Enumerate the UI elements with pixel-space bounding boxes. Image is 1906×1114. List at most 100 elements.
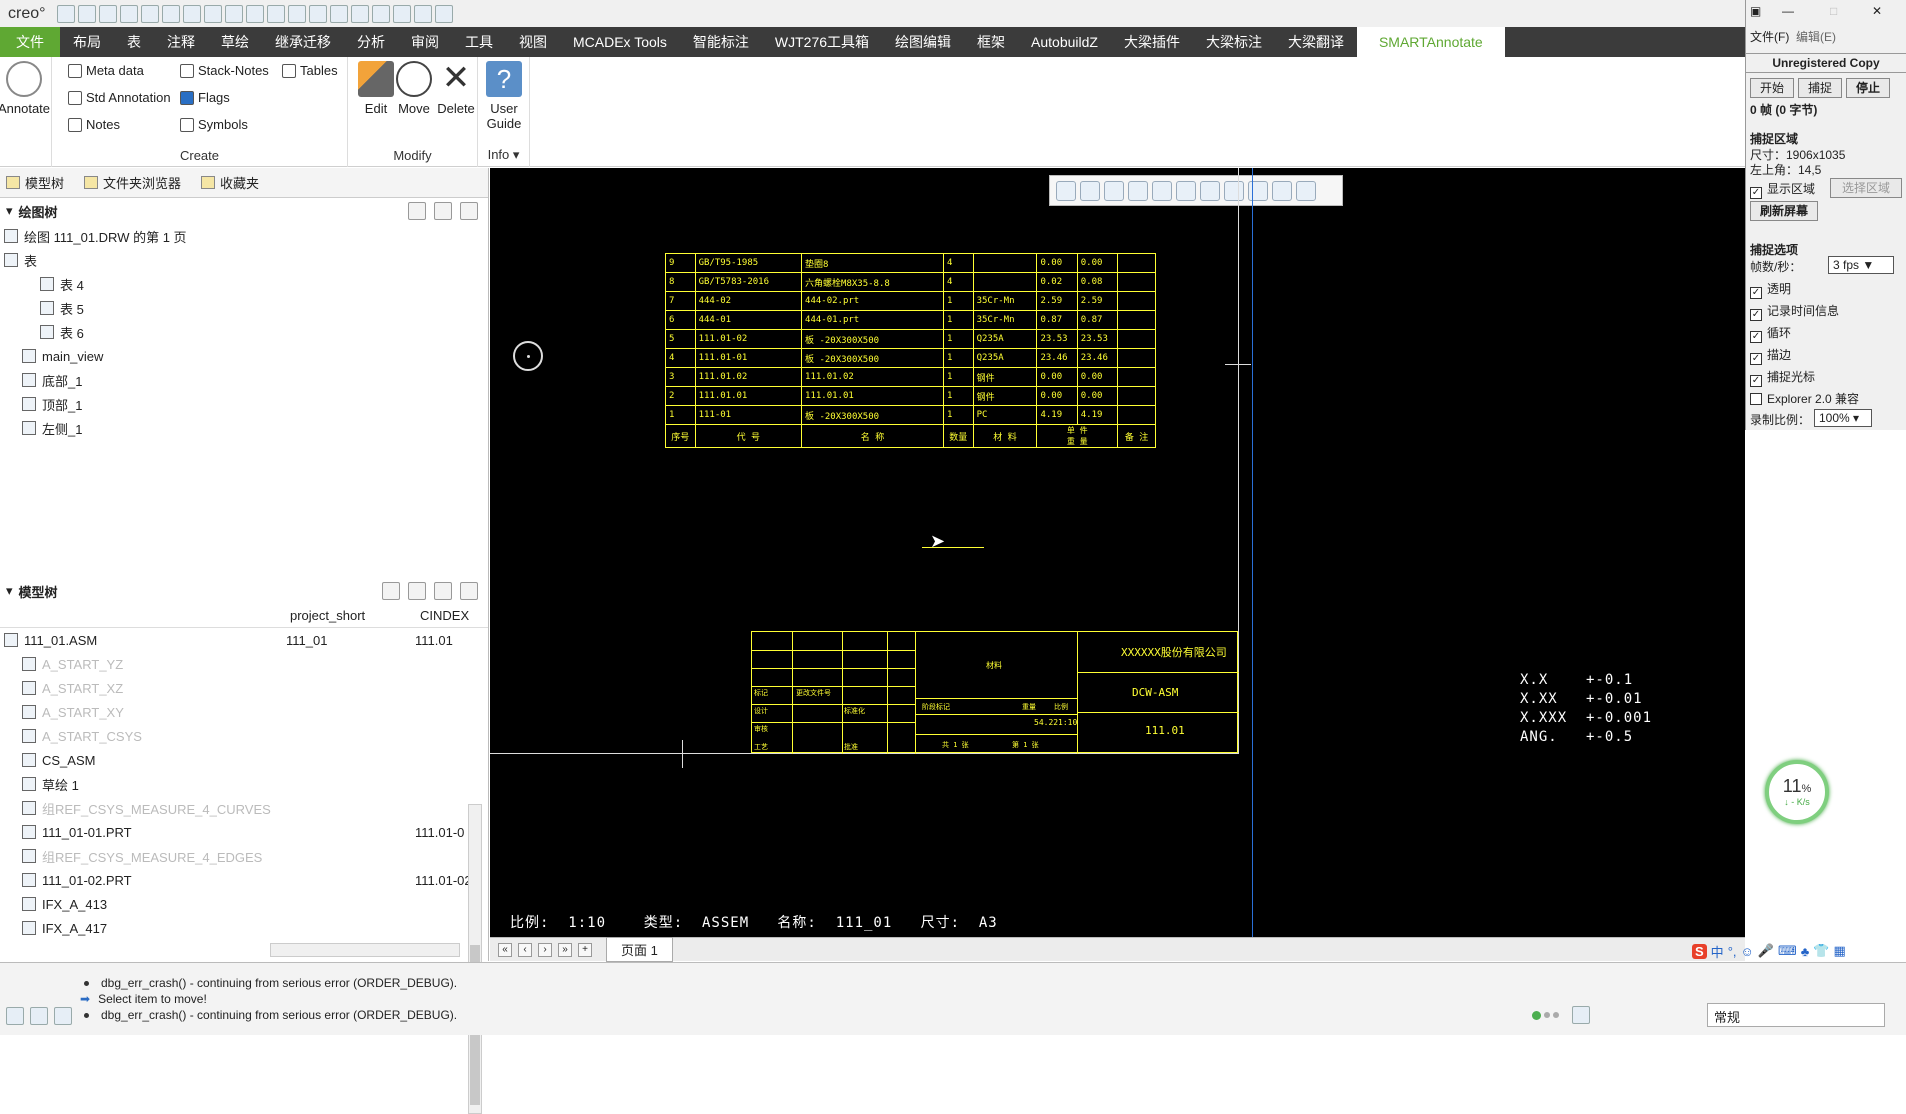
tab-4[interactable]: 草绘 [208,27,262,57]
tab-10[interactable]: MCADEx Tools [560,27,680,57]
table-row[interactable]: 111_01.ASM 111_01 111.01 [0,628,488,652]
ime-icon[interactable]: 👕 [1813,943,1829,959]
close-icon[interactable] [392,4,411,23]
drawing-tree-header[interactable]: ▾ 绘图树 [0,198,488,224]
browser-icon[interactable] [30,1007,48,1025]
tool-icon[interactable] [266,4,285,23]
hide-icon[interactable] [1272,180,1292,201]
tab-13[interactable]: 绘图编辑 [882,27,964,57]
view-item[interactable]: main_view [0,344,488,368]
stack-notes-button[interactable]: Stack-Notes [180,63,269,78]
ratio-select[interactable]: 100% ▾ [1814,409,1872,427]
tab-15[interactable]: AutobuildZ [1018,27,1111,57]
nav-tab-2[interactable]: 收藏夹 [201,173,259,192]
tree-columns-icon[interactable] [460,582,478,600]
regenerate-icon[interactable] [119,4,138,23]
select-icon[interactable] [224,4,243,23]
column-cindex[interactable]: CINDEX [420,608,469,623]
record-time-checkbox[interactable]: ✓ 记录时间信息 [1750,302,1839,321]
ime-icon[interactable]: ▦ [1833,943,1845,959]
gear-icon[interactable] [350,4,369,23]
border-checkbox[interactable]: ✓ 描边 [1750,346,1791,365]
menu-edit[interactable]: 编辑(E) [1796,30,1836,44]
nav-tab-1[interactable]: 文件夹浏览器 [84,173,181,192]
view-item[interactable]: 底部_1 [0,368,488,392]
notes-button[interactable]: Notes [68,117,120,132]
undo-icon[interactable] [161,4,180,23]
start-button[interactable]: 开始 [1750,78,1794,98]
table-row[interactable]: A_START_XZ [0,676,488,700]
selection-filter-select[interactable]: 常规 [1707,1003,1885,1027]
loop-checkbox[interactable]: ✓ 循环 [1750,324,1791,343]
transparent-checkbox[interactable]: ✓ 透明 [1750,280,1791,299]
annotate-button[interactable]: Annotate [0,61,52,116]
full-screen-icon[interactable] [54,1007,72,1025]
table-row[interactable]: A_START_YZ [0,652,488,676]
tab-6[interactable]: 分析 [344,27,398,57]
view-item[interactable]: 左侧_1 [0,416,488,440]
prev-page-icon[interactable]: ‹ [518,942,532,957]
tab-9[interactable]: 视图 [506,27,560,57]
redo-icon[interactable] [182,4,201,23]
table-row[interactable]: 111_01-01.PRT 111.01-0 [0,820,488,844]
explorer-compat-checkbox[interactable]: Explorer 2.0 兼容 [1750,390,1859,407]
table-row[interactable]: A_START_XY [0,700,488,724]
add-page-icon[interactable]: + [578,942,592,957]
next-page-icon[interactable]: › [538,942,552,957]
table-row[interactable]: A_START_CSYS [0,724,488,748]
chevron-down-icon[interactable] [434,4,453,23]
stop-button[interactable]: 停止 [1846,78,1890,98]
tab-0[interactable]: 文件 [0,27,60,57]
user-guide-button[interactable]: ? User Guide [476,61,532,131]
layer-icon[interactable] [329,4,348,23]
view-item[interactable]: 顶部_1 [0,392,488,416]
page-tab[interactable]: 页面 1 [606,937,673,962]
ime-icon[interactable]: 🎤 [1758,943,1774,959]
table-row[interactable]: CS_ASM [0,748,488,772]
tab-12[interactable]: WJT276工具箱 [762,27,882,57]
new-icon[interactable] [56,4,75,23]
window-icon[interactable] [140,4,159,23]
flags-button[interactable]: Flags [180,90,230,105]
minimize-icon[interactable]: — [1782,4,1794,18]
tab-3[interactable]: 注释 [154,27,208,57]
symbols-button[interactable]: Symbols [180,117,248,132]
pause-button[interactable]: 捕捉 [1798,78,1842,98]
network-speed-meter[interactable]: 11% ↓ - K/s [1765,760,1829,824]
fps-select[interactable]: 3 fps ▼ [1828,256,1894,274]
table-row[interactable]: IFX_A_413 [0,892,488,916]
layout-icon[interactable] [6,1007,24,1025]
table-row[interactable]: 111_01-02.PRT 111.01-02 [0,868,488,892]
ime-icon[interactable]: 中 [1711,942,1724,961]
refresh-screen-button[interactable]: 刷新屏幕 [1750,201,1818,221]
tab-8[interactable]: 工具 [452,27,506,57]
box-icon[interactable] [245,4,264,23]
maximize-icon[interactable]: □ [1830,4,1837,18]
tables-button[interactable]: Tables [282,63,338,78]
ime-icon[interactable]: ⌨ [1778,943,1797,959]
smiley-icon[interactable] [287,4,306,23]
tree-filter-icon[interactable] [408,202,426,220]
tab-16[interactable]: 大梁插件 [1111,27,1193,57]
ime-icon[interactable]: °, [1728,944,1737,959]
open-icon[interactable] [77,4,96,23]
close-icon[interactable]: ✕ [1872,4,1882,18]
first-page-icon[interactable]: « [498,942,512,957]
tab-5[interactable]: 继承迁移 [262,27,344,57]
drawing-tree-root[interactable]: 绘图 111_01.DRW 的第 1 页 [0,224,488,248]
tab-18[interactable]: 大梁翻译 [1275,27,1357,57]
table-item[interactable]: 表 6 [0,320,488,344]
show-region-checkbox[interactable]: ✓ 显示区域 [1750,180,1815,199]
table-row[interactable]: 组REF_CSYS_MEASURE_4_CURVES [0,796,488,820]
find-icon[interactable] [1572,1006,1590,1024]
window-switch-icon[interactable] [413,4,432,23]
target-icon[interactable] [308,4,327,23]
model-tree-vertical-scrollbar[interactable] [468,804,482,1114]
tree-filter-icon[interactable] [408,582,426,600]
model-tree-header[interactable]: ▾ 模型树 [0,578,488,604]
table-row[interactable]: IFX_A_417 [0,916,488,940]
text-icon[interactable] [203,4,222,23]
info-group-label[interactable]: Info ▾ [478,147,529,163]
filter-display-icon[interactable] [1296,180,1316,201]
table-item[interactable]: 表 4 [0,272,488,296]
